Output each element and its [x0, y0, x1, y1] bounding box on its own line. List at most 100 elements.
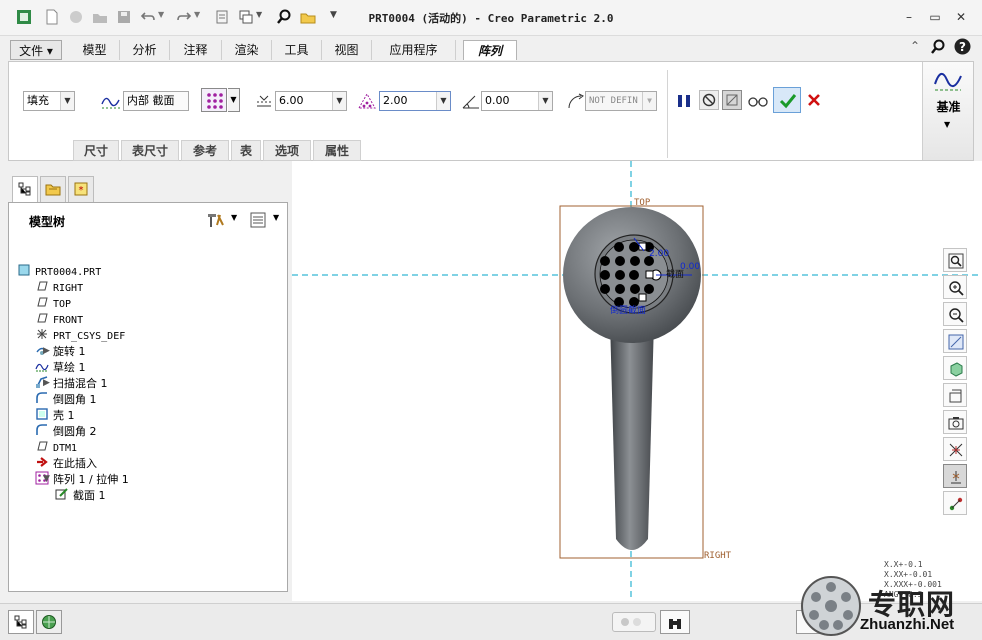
tree-item[interactable]: 草绘 1: [35, 359, 86, 375]
pause-icon[interactable]: [675, 92, 693, 110]
spacing-input[interactable]: 6.00 ▼: [275, 91, 347, 111]
tree-item[interactable]: 截面 1: [55, 487, 106, 503]
tab-tools[interactable]: 工具: [272, 40, 322, 60]
tree-item-label: RIGHT: [53, 283, 84, 294]
tree-item-label: 扫描混合 1: [53, 377, 108, 390]
saved-views-button[interactable]: [943, 383, 967, 407]
zoom-in-button[interactable]: [943, 275, 967, 299]
tab-view[interactable]: 视图: [322, 40, 372, 60]
zoom-out-button[interactable]: [943, 302, 967, 326]
maximize-icon[interactable]: ▭: [926, 8, 944, 26]
window-title: PRT0004 (活动的) - Creo Parametric 2.0: [368, 12, 614, 25]
subtab-options[interactable]: 选项: [263, 140, 311, 161]
subtab-tables[interactable]: 表: [231, 140, 261, 161]
repaint-button[interactable]: [943, 329, 967, 353]
tab-annotate[interactable]: 注释: [170, 40, 222, 60]
tree-item[interactable]: PRT_CSYS_DEF: [35, 327, 125, 343]
sketch-icon: [35, 363, 49, 372]
tree-item-label: 倒圆角 1: [53, 393, 97, 406]
tree-item[interactable]: ▼ 阵列 1 / 拉伸 1: [35, 471, 129, 487]
toggle-navigator-button[interactable]: [8, 610, 34, 634]
border-distance-input[interactable]: 2.00 ▼: [379, 91, 451, 111]
annotation-display-button[interactable]: [943, 464, 967, 488]
tree-item[interactable]: RIGHT: [35, 279, 83, 295]
no-preview-button[interactable]: [699, 90, 719, 110]
radial-spacing-icon: [568, 93, 584, 109]
tree-item[interactable]: 在此插入: [35, 455, 97, 471]
preview-icon: [726, 94, 738, 106]
tree-item[interactable]: 壳 1: [35, 407, 75, 423]
no-preview-icon: [702, 93, 716, 107]
tab-render[interactable]: 渲染: [222, 40, 272, 60]
minimize-icon[interactable]: –: [900, 8, 918, 26]
datum-display-button[interactable]: [943, 437, 967, 461]
display-style-button[interactable]: [943, 356, 967, 380]
cancel-x-icon[interactable]: [807, 93, 821, 107]
tolerance-line: X.X+-0.1: [884, 560, 923, 569]
confirm-button[interactable]: [773, 87, 801, 113]
datum-sketch-icon: [934, 73, 962, 91]
tree-item[interactable]: 倒圆角 1: [35, 391, 97, 407]
collapse-icon[interactable]: ▼: [43, 471, 53, 487]
find-button[interactable]: [660, 610, 690, 634]
tree-item[interactable]: TOP: [35, 295, 71, 311]
title-bar: ▼ ▼ ▼ ▼ PRT0004 (活动的) - Creo Parametric …: [0, 0, 982, 36]
spin-center-button[interactable]: [943, 491, 967, 515]
pattern-type-select[interactable]: 填充 ▼: [23, 91, 75, 111]
subtab-references[interactable]: 参考: [181, 140, 229, 161]
display-style-icon: [950, 362, 963, 377]
pattern-type-value: 填充: [27, 94, 49, 107]
tab-pattern[interactable]: 阵列: [463, 40, 517, 60]
tree-item[interactable]: PRT0004.PRT: [17, 263, 101, 279]
part-icon: [18, 264, 30, 276]
zoom-out-icon: [949, 308, 964, 323]
pattern-shape-dropdown-icon[interactable]: ▼: [228, 88, 240, 112]
tree-item[interactable]: ▶ 旋转 1: [35, 343, 86, 359]
chevron-down-icon: ▼: [436, 92, 450, 110]
verify-glasses-icon[interactable]: [747, 94, 769, 108]
section-icon: [55, 488, 68, 500]
tab-folder-browser[interactable]: [40, 176, 66, 202]
expand-icon[interactable]: ▶: [43, 343, 53, 359]
svg-text:*: *: [79, 185, 84, 196]
tree-item[interactable]: FRONT: [35, 311, 83, 327]
search-help-icon[interactable]: [930, 39, 946, 55]
tab-model-tree[interactable]: [12, 176, 38, 202]
model-tree-icon: [14, 615, 27, 629]
subtab-properties[interactable]: 属性: [313, 140, 361, 161]
tab-file[interactable]: 文件 ▾: [10, 40, 62, 60]
minimize-ribbon-icon[interactable]: ⌃: [910, 39, 920, 53]
tree-item[interactable]: DTM1: [35, 439, 77, 455]
show-columns-icon[interactable]: [249, 211, 267, 229]
rotation-input[interactable]: 0.00 ▼: [481, 91, 553, 111]
datum-button[interactable]: 基准 ▼: [922, 62, 973, 160]
drag-handle: [645, 270, 654, 279]
tree-item-label: 草绘 1: [53, 361, 86, 374]
subtab-table-dimensions[interactable]: 表尺寸: [121, 140, 179, 161]
toggle-browser-button[interactable]: [36, 610, 62, 634]
graphics-window[interactable]: TOP RIGHT 2.00 0.00 截面 倒圆截面: [292, 161, 982, 601]
tab-favorites[interactable]: *: [68, 176, 94, 202]
favorites-icon: *: [74, 182, 88, 196]
help-icon[interactable]: ?: [954, 38, 971, 55]
subtab-dimensions[interactable]: 尺寸: [73, 140, 119, 161]
regeneration-status: [612, 612, 656, 632]
tree-item[interactable]: ▶ 扫描混合 1: [35, 375, 108, 391]
round-icon: [36, 424, 47, 435]
close-icon[interactable]: ✕: [952, 8, 970, 26]
tree-settings-dropdown-icon[interactable]: ▼: [231, 213, 237, 222]
tab-model[interactable]: 模型: [70, 40, 120, 60]
view-manager-button[interactable]: [943, 410, 967, 434]
tree-settings-icon[interactable]: [205, 211, 225, 229]
tab-analysis[interactable]: 分析: [120, 40, 170, 60]
refit-button[interactable]: [943, 248, 967, 272]
pattern-member-display-button[interactable]: [201, 88, 227, 112]
expand-icon[interactable]: ▶: [43, 375, 53, 391]
radial-spacing-input: NOT DEFIN ▼: [585, 91, 657, 111]
camera-icon: [948, 417, 964, 430]
show-dropdown-icon[interactable]: ▼: [273, 213, 279, 222]
tab-applications[interactable]: 应用程序: [372, 40, 456, 60]
tree-item[interactable]: 倒圆角 2: [35, 423, 97, 439]
attached-preview-button[interactable]: [722, 90, 742, 110]
section-reference-button[interactable]: 内部 截面: [123, 91, 189, 111]
